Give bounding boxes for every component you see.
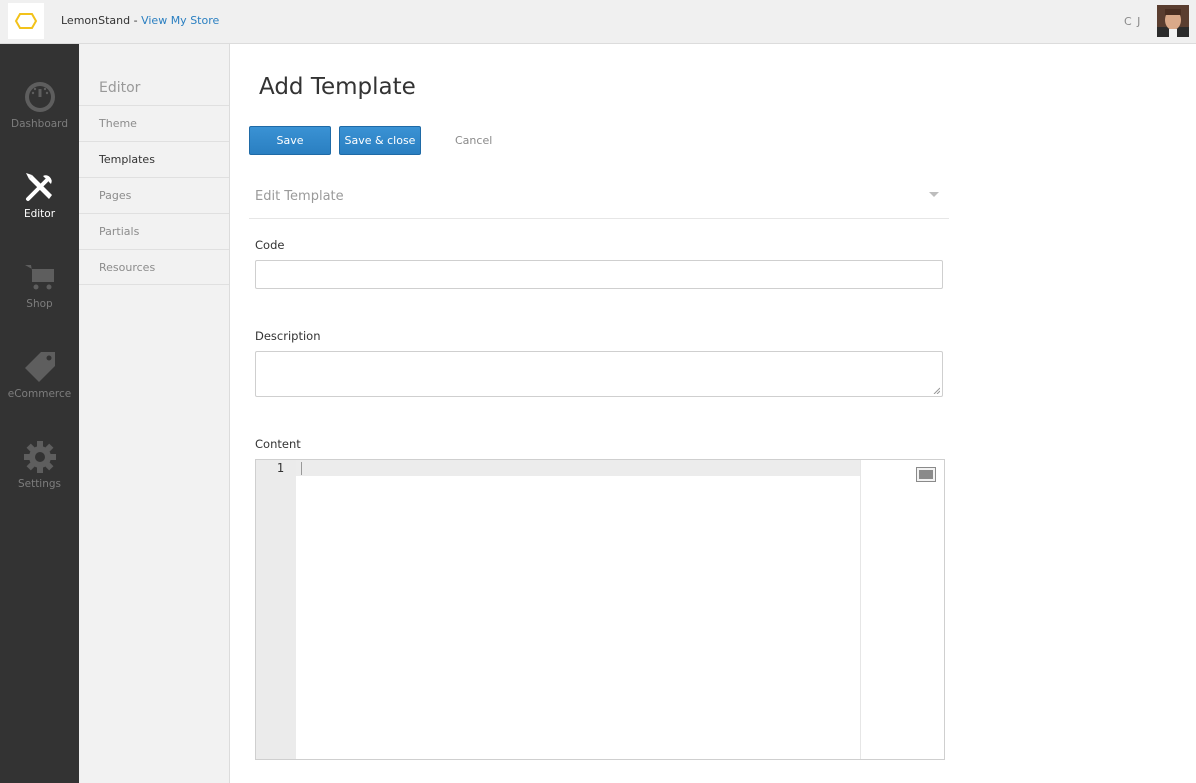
lemon-logo-icon bbox=[14, 13, 38, 29]
lemonstand-logo[interactable] bbox=[8, 3, 44, 39]
nav-item-shop[interactable]: Shop bbox=[0, 260, 79, 330]
code-label: Code bbox=[255, 238, 285, 252]
store-brand: LemonStand - View My Store bbox=[61, 14, 219, 27]
subnav-item-resources[interactable]: Resources bbox=[79, 249, 229, 285]
editor-tools-icon bbox=[25, 173, 52, 201]
save-and-close-button[interactable]: Save & close bbox=[339, 126, 421, 155]
subnav-title: Editor bbox=[99, 80, 141, 96]
subnav-item-pages[interactable]: Pages bbox=[79, 177, 229, 213]
description-label: Description bbox=[255, 329, 321, 343]
avatar[interactable] bbox=[1157, 5, 1189, 37]
tag-icon bbox=[24, 352, 55, 382]
nav-item-dashboard[interactable]: Dashboard bbox=[0, 80, 79, 150]
cart-icon bbox=[24, 265, 54, 290]
nav-label-ecommerce: eCommerce bbox=[7, 388, 72, 400]
code-editor[interactable]: 1 bbox=[255, 459, 945, 760]
dashboard-gauge-icon bbox=[24, 82, 55, 112]
gear-icon bbox=[23, 441, 56, 473]
save-button[interactable]: Save bbox=[249, 126, 331, 155]
editor-print-margin bbox=[860, 460, 861, 759]
sub-nav: Editor Theme Templates Pages Partials Re… bbox=[79, 44, 230, 783]
fullscreen-icon[interactable] bbox=[916, 467, 936, 482]
nav-item-settings[interactable]: Settings bbox=[0, 440, 79, 510]
user-initials[interactable]: C J bbox=[1124, 15, 1141, 28]
subnav-item-theme[interactable]: Theme bbox=[79, 105, 229, 141]
main-nav: Dashboard Editor Shop eCommerce Settings bbox=[0, 44, 79, 783]
nav-label-dashboard: Dashboard bbox=[11, 118, 68, 130]
nav-item-editor[interactable]: Editor bbox=[0, 170, 79, 240]
nav-item-ecommerce[interactable]: eCommerce bbox=[0, 350, 79, 420]
description-field[interactable] bbox=[255, 351, 943, 397]
chevron-down-icon bbox=[929, 192, 939, 197]
code-field[interactable] bbox=[255, 260, 943, 289]
brand-name: LemonStand bbox=[61, 14, 131, 27]
edit-template-section-toggle[interactable]: Edit Template bbox=[249, 176, 949, 219]
subnav-list: Theme Templates Pages Partials Resources bbox=[79, 105, 229, 285]
editor-gutter: 1 bbox=[256, 460, 296, 759]
nav-label-editor: Editor bbox=[23, 208, 56, 220]
cancel-link[interactable]: Cancel bbox=[455, 134, 492, 147]
view-my-store-link[interactable]: View My Store bbox=[141, 14, 219, 27]
section-title: Edit Template bbox=[255, 189, 344, 204]
subnav-item-partials[interactable]: Partials bbox=[79, 213, 229, 249]
content-label: Content bbox=[255, 437, 301, 451]
brand-separator: - bbox=[130, 14, 142, 27]
nav-label-shop: Shop bbox=[26, 298, 53, 310]
editor-cursor bbox=[301, 462, 302, 475]
user-photo-icon bbox=[1157, 5, 1189, 37]
subnav-item-templates[interactable]: Templates bbox=[79, 141, 229, 177]
editor-active-line bbox=[296, 460, 860, 476]
line-number: 1 bbox=[276, 461, 284, 475]
page-title: Add Template bbox=[259, 74, 416, 100]
top-bar: LemonStand - View My Store C J bbox=[0, 0, 1196, 44]
resize-handle-icon[interactable] bbox=[933, 387, 940, 394]
nav-label-settings: Settings bbox=[17, 478, 62, 490]
